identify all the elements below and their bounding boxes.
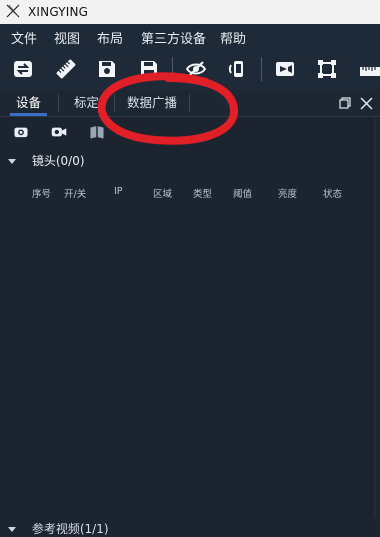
column-brightness: 亮度 (278, 189, 298, 200)
save-icon[interactable] (94, 56, 120, 82)
menu-view[interactable]: 视图 (54, 28, 80, 47)
tab-devices[interactable]: 设备 (9, 90, 48, 116)
save-as-icon[interactable] (136, 56, 162, 82)
reference-video-group-header[interactable]: 参考视频(1/1) (8, 520, 109, 537)
toolbar-separator (172, 57, 173, 81)
measure-icon[interactable] (356, 56, 380, 82)
rotate-phone-icon[interactable] (225, 56, 251, 82)
column-index: 序号 (32, 189, 52, 200)
camera-icon[interactable] (8, 119, 34, 145)
tab-calibration[interactable]: 标定 (74, 90, 99, 116)
tab-separator (114, 94, 115, 112)
toolbar-separator (261, 57, 262, 81)
record-video-icon[interactable] (272, 56, 298, 82)
ruler-icon[interactable] (53, 56, 79, 82)
title-bar: XINGYING (0, 0, 380, 24)
camera-table-header: 序号 开/关 IP 区域 类型 阈值 亮度 状态 (0, 186, 372, 200)
column-type: 类型 (193, 189, 213, 200)
column-on-off: 开/关 (64, 189, 87, 200)
tab-data-broadcast[interactable]: 数据广播 (127, 90, 177, 116)
float-panel-icon[interactable] (336, 93, 354, 113)
column-threshold: 阈值 (233, 189, 253, 200)
chevron-down-icon (8, 159, 16, 164)
chevron-down-icon (8, 527, 16, 532)
close-panel-icon[interactable] (357, 93, 375, 113)
column-status: 状态 (323, 189, 343, 200)
column-region: 区域 (153, 189, 173, 200)
tab-separator (58, 94, 59, 112)
column-ip: IP (114, 186, 123, 197)
tab-separator (189, 94, 190, 112)
menu-file[interactable]: 文件 (11, 28, 37, 47)
book-icon[interactable] (84, 119, 110, 145)
camera-group-header[interactable]: 镜头(0/0) (8, 152, 85, 169)
reference-video-group-title: 参考视频(1/1) (31, 522, 109, 536)
menu-third-party-devices[interactable]: 第三方设备 (141, 28, 206, 47)
hide-icon[interactable] (183, 56, 209, 82)
menu-layout[interactable]: 布局 (97, 28, 123, 47)
panel-tab-bar: 设备 标定 数据广播 (0, 90, 380, 117)
menu-help[interactable]: 帮助 (220, 28, 246, 47)
video-camera-icon[interactable] (46, 119, 72, 145)
panel-toolbar (0, 117, 372, 145)
crop-frame-icon[interactable] (314, 56, 340, 82)
camera-group-title: 镜头(0/0) (31, 154, 85, 168)
panel-scrollbar[interactable] (372, 118, 378, 518)
app-logo-icon (6, 3, 20, 22)
menu-bar: 文件 视图 布局 第三方设备 帮助 (0, 24, 380, 48)
app-title: XINGYING (28, 5, 89, 19)
toolbar (0, 48, 380, 90)
swap-icon[interactable] (10, 56, 36, 82)
